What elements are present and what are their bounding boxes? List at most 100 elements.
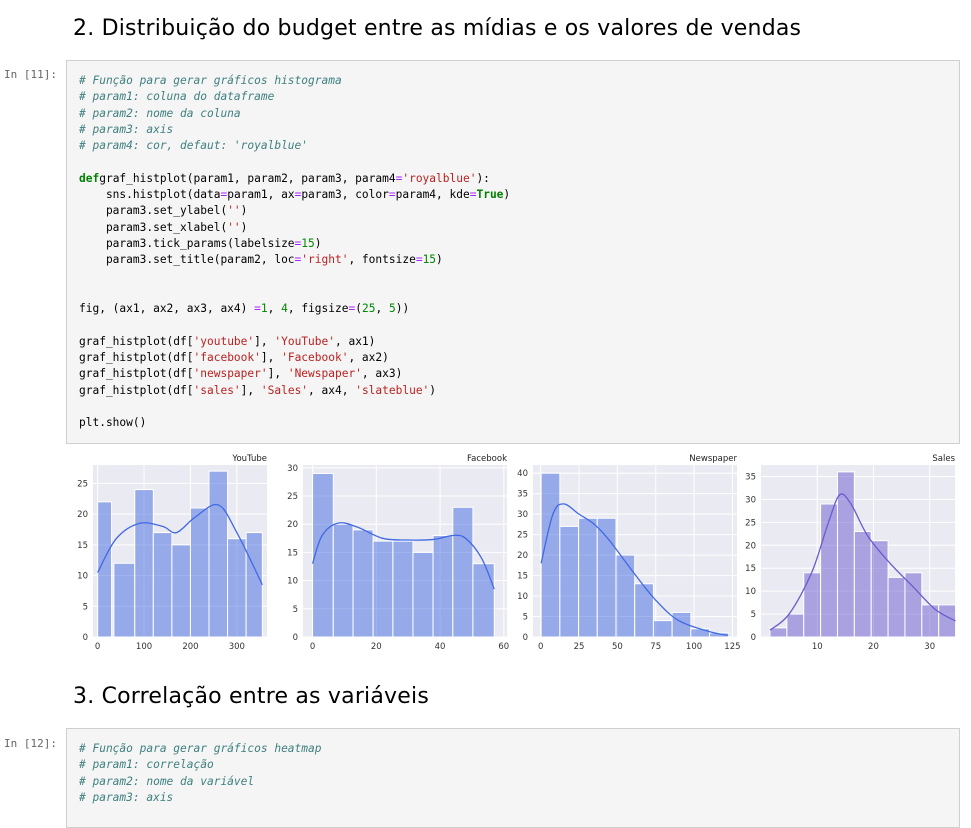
code-token: # param3: axis [79, 790, 174, 804]
y-tick-label: 25 [77, 479, 88, 489]
histogram-bar [189, 507, 210, 638]
code-cell-12[interactable]: # Função para gerar gráficos heatmap # p… [66, 728, 960, 828]
x-tick-label: 10 [812, 642, 823, 652]
cell-12-prompt: In [12]: [4, 737, 57, 750]
code-token: , ax3) [361, 367, 403, 381]
code-line: # param4: cor, defaut: 'royalblue' [79, 139, 308, 152]
code-token: ): [476, 171, 490, 185]
histogram-bar [134, 489, 154, 638]
histogram-bar [769, 627, 788, 638]
code-token: param3.set_title(param2, loc [79, 253, 295, 267]
code-token: True [476, 188, 504, 202]
code-line: graf_histplot(df['youtube'], 'YouTube', … [79, 335, 375, 348]
code-token: param3.tick_params(labelsize [79, 236, 295, 250]
code-token: , fontsize [348, 253, 416, 267]
y-tick-label: 5 [83, 602, 88, 612]
code-token: 'youtube' [193, 334, 255, 348]
code-token: param3.set_xlabel( [79, 220, 228, 234]
x-tick-label: 0 [95, 642, 100, 652]
y-tick-label: 5 [293, 605, 298, 615]
histogram-bar [392, 540, 414, 638]
code-token: 'slateblue' [355, 383, 430, 397]
y-tick-label: 10 [77, 572, 88, 582]
x-tick-label: 20 [371, 642, 382, 652]
histogram-sales: 0 5 10 15 20 25 30 35 10 20 30 Sales [745, 454, 957, 652]
code-token: = [415, 253, 423, 267]
code-cell-12-source[interactable]: # Função para gerar gráficos heatmap # p… [79, 741, 321, 806]
histogram-bar [540, 472, 561, 638]
histogram-bar [904, 572, 923, 638]
code-line: fig, (ax1, ax2, ax3, ax4) =1, 4, figsize… [79, 302, 409, 315]
code-token: plt.show() [79, 416, 147, 430]
x-tick-label: 40 [435, 642, 446, 652]
y-tick-label: 20 [517, 551, 528, 561]
y-tick-label: 25 [517, 531, 528, 541]
code-token: # param3: axis [79, 122, 174, 136]
x-tick-label: 300 [229, 642, 245, 652]
code-token: 'newspaper' [193, 367, 268, 381]
code-token: 'Facebook' [281, 351, 349, 365]
y-tick-label: 0 [83, 633, 88, 643]
code-line: # Função para gerar gráficos histograma [79, 74, 342, 87]
code-token: , ax2) [348, 351, 389, 365]
code-token: = [388, 188, 396, 202]
y-tick-label: 15 [517, 572, 528, 582]
x-tick-label: 75 [650, 642, 661, 652]
histogram-bar [615, 554, 636, 638]
code-token: ) [429, 383, 437, 397]
histogram-bar [171, 544, 191, 638]
code-line: # param2: nome da variável [79, 775, 254, 788]
chart-title: Sales [932, 454, 955, 464]
histogram-newspaper: 0 5 10 15 20 25 30 35 40 0 25 50 75 100 125 Newspaper [517, 454, 740, 652]
y-tick-label: 0 [751, 633, 756, 643]
code-cell-11-source[interactable]: # Função para gerar gráficos histograma … [79, 73, 510, 432]
histogram-bar [245, 532, 263, 638]
code-token: 4 [281, 302, 288, 316]
y-tick-label: 10 [517, 592, 528, 602]
code-line: param3.set_ylabel('') [79, 204, 247, 217]
code-token: param3, color [301, 188, 389, 202]
y-tick-label: 40 [517, 469, 528, 479]
y-tick-label: 30 [745, 495, 756, 505]
section-heading-distribution: 2. Distribuição do budget entre as mídia… [73, 16, 802, 41]
code-token: , [267, 302, 282, 316]
x-tick-label: 20 [868, 642, 879, 652]
code-token: , [375, 302, 389, 316]
code-line: # param2: nome da coluna [79, 107, 241, 120]
code-token: ) [240, 204, 248, 218]
code-line: graf_histplot(df['sales'], 'Sales', ax4,… [79, 384, 436, 397]
code-token: # Função para gerar gráficos histograma [79, 74, 342, 87]
code-token: 1 [260, 302, 268, 316]
histogram-bar [312, 472, 334, 638]
histogram-bar [870, 540, 889, 638]
code-line: param3.set_title(param2, loc = 'right', fo… [79, 253, 443, 266]
histogram-bar [634, 583, 654, 638]
code-token: 'Sales' [260, 383, 309, 397]
y-tick-label: 30 [287, 464, 298, 474]
x-tick-label: 125 [724, 642, 740, 652]
code-token: 15 [301, 236, 315, 250]
code-cell-11[interactable]: # Função para gerar gráficos histograma … [66, 60, 960, 444]
code-token: fig, (ax1, ax2, ax3, ax4) [79, 302, 255, 316]
histogram-bar [690, 628, 711, 638]
code-token: 5 [388, 302, 396, 316]
histogram-bar [853, 531, 872, 638]
histogram-bar [578, 517, 598, 638]
histogram-bar [208, 470, 229, 638]
y-tick-label: 0 [293, 633, 298, 643]
code-token: def [79, 171, 100, 185]
code-token: ], [267, 367, 288, 381]
code-token: sns.histplot(data [79, 188, 221, 202]
x-tick-label: 25 [574, 642, 585, 652]
code-line: # param1: coluna do dataframe [79, 90, 274, 103]
code-token: graf_histplot(df[ [79, 383, 194, 397]
histogram-bar [596, 517, 617, 638]
code-token: graf_histplot(df[ [79, 334, 194, 348]
code-token: graf_histplot(param1, param2, param3, pa… [99, 171, 396, 185]
code-line: param3.tick_params(labelsize=15) [79, 237, 322, 250]
code-token: param3.set_ylabel( [79, 204, 228, 218]
code-token: ], [254, 334, 275, 348]
y-tick-label: 10 [745, 587, 756, 597]
code-token: 'YouTube' [274, 334, 335, 348]
cell-11-output-histograms: 0 5 10 15 20 25 0 100 200 300 YouTube 0 5 10 15 20 25 30… [73, 451, 960, 661]
